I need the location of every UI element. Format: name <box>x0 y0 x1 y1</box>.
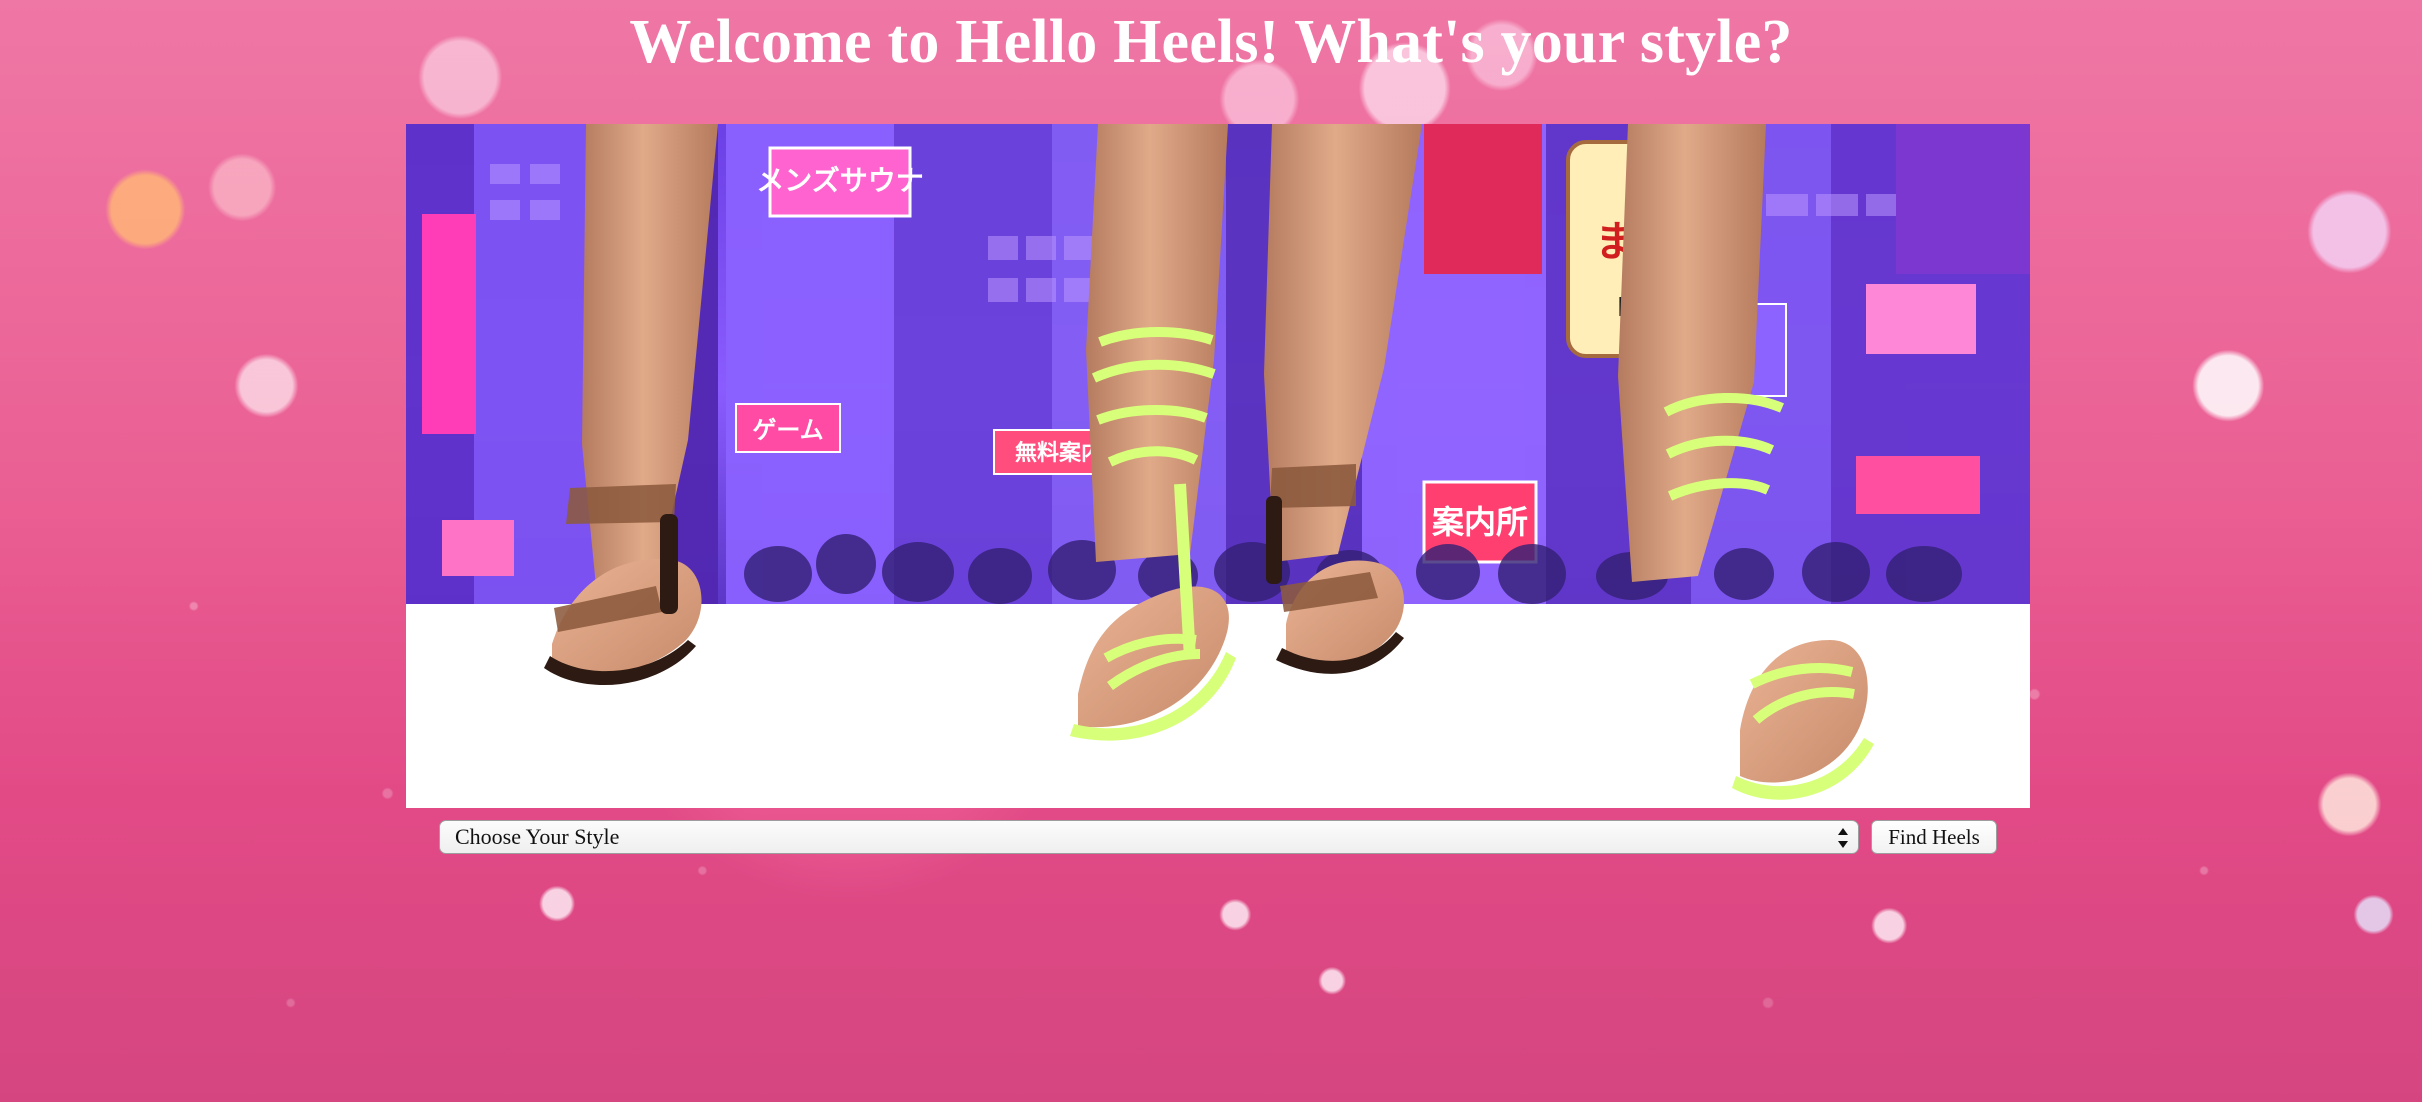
sign-mens-sauna: メンズサウナ <box>756 164 923 197</box>
sign-info-center: 案内所 <box>1432 503 1528 541</box>
hero-banner-image: メンズサウナ ゲーム 無料案内所 案内所 まっ B1 <box>406 124 2030 808</box>
updown-arrows-icon <box>1838 828 1848 848</box>
hero-illustration: メンズサウナ ゲーム 無料案内所 案内所 まっ B1 <box>406 124 2030 808</box>
page-title: Welcome to Hello Heels! What's your styl… <box>629 8 1793 76</box>
sign-game: ゲーム <box>752 416 823 444</box>
brown-heel-strap-2 <box>1270 464 1356 508</box>
find-heels-button[interactable]: Find Heels <box>1871 820 1997 854</box>
style-dropdown-value: Choose Your Style <box>455 824 620 849</box>
brown-heel-strap-1 <box>566 484 676 524</box>
style-search-row: Choose Your Style Find Heels <box>439 820 1999 856</box>
style-dropdown[interactable]: Choose Your Style <box>439 820 1859 854</box>
